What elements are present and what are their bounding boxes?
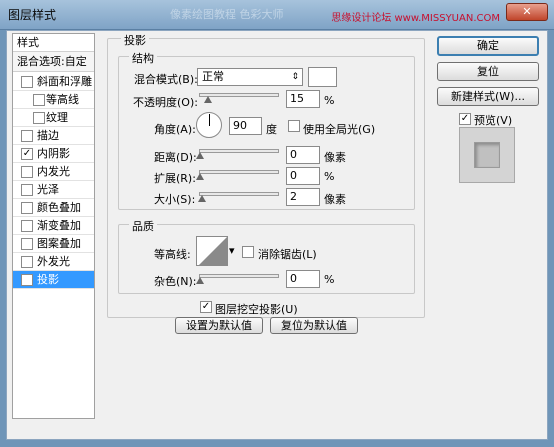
contour-label: 等高线: xyxy=(154,248,191,261)
style-item[interactable]: 光泽 xyxy=(13,181,94,199)
style-list-header[interactable]: 样式 xyxy=(13,34,94,52)
opacity-label: 不透明度(O): xyxy=(133,96,198,109)
style-item-label: 外发光 xyxy=(37,255,70,268)
style-item-checkbox[interactable] xyxy=(21,184,33,196)
style-item[interactable]: 描边 xyxy=(13,127,94,145)
noise-slider[interactable] xyxy=(199,274,279,278)
style-item[interactable]: 纹理 xyxy=(13,109,94,127)
distance-label: 距离(D): xyxy=(154,151,197,164)
style-item-label: 光泽 xyxy=(37,183,59,196)
style-item[interactable]: 渐变叠加 xyxy=(13,217,94,235)
style-item-checkbox[interactable]: ✓ xyxy=(21,148,33,160)
select-arrow-icon: ⇕ xyxy=(291,72,299,82)
opacity-input[interactable]: 15 xyxy=(286,90,320,108)
distance-unit: 像素 xyxy=(324,151,346,164)
noise-input[interactable]: 0 xyxy=(286,270,320,288)
make-default-button[interactable]: 设置为默认值 xyxy=(175,317,263,334)
antialias-label: 消除锯齿(L) xyxy=(258,248,317,261)
spread-slider-thumb[interactable] xyxy=(196,173,204,180)
contour-picker[interactable] xyxy=(196,236,228,266)
spread-input[interactable]: 0 xyxy=(286,167,320,185)
style-item-label: 内发光 xyxy=(37,165,70,178)
style-item-checkbox[interactable] xyxy=(21,130,33,142)
style-item-label: 描边 xyxy=(37,129,59,142)
close-button[interactable]: ✕ xyxy=(506,3,548,21)
watermark: 思缘设计论坛 www.MISSYUAN.COM xyxy=(331,13,500,24)
style-item-checkbox[interactable] xyxy=(21,202,33,214)
angle-unit: 度 xyxy=(266,123,277,136)
style-item[interactable]: 内发光 xyxy=(13,163,94,181)
noise-slider-thumb[interactable] xyxy=(196,277,204,284)
opacity-unit: % xyxy=(324,94,335,107)
knockout-label: 图层挖空投影(U) xyxy=(215,303,298,316)
style-preview xyxy=(459,127,515,183)
style-item-checkbox[interactable] xyxy=(21,220,33,232)
contour-dropdown-icon[interactable]: ▾ xyxy=(229,244,235,257)
distance-slider[interactable] xyxy=(199,149,279,153)
blend-mode-select[interactable]: 正常 ⇕ xyxy=(197,68,303,86)
blend-mode-label: 混合模式(B): xyxy=(134,73,198,86)
distance-slider-thumb[interactable] xyxy=(196,152,204,159)
spread-unit: % xyxy=(324,170,335,183)
size-slider[interactable] xyxy=(199,192,279,196)
preview-swatch xyxy=(474,142,500,168)
contour-curve-icon xyxy=(199,237,227,265)
ok-button[interactable]: 确定 xyxy=(437,36,539,56)
structure-title: 结构 xyxy=(129,50,157,66)
style-item-checkbox[interactable] xyxy=(33,112,45,124)
size-slider-thumb[interactable] xyxy=(198,195,206,202)
noise-label: 杂色(N): xyxy=(154,275,197,288)
style-item-label: 投影 xyxy=(37,273,59,286)
preview-checkbox[interactable]: ✓ xyxy=(459,113,471,125)
style-item[interactable]: ✓ 内阴影 xyxy=(13,145,94,163)
style-item-label: 等高线 xyxy=(46,93,79,106)
style-item-checkbox[interactable] xyxy=(21,166,33,178)
spread-slider[interactable] xyxy=(199,170,279,174)
noise-unit: % xyxy=(324,273,335,286)
preview-label: 预览(V) xyxy=(474,114,513,127)
style-item-label: 内阴影 xyxy=(37,147,70,160)
reset-default-button[interactable]: 复位为默认值 xyxy=(270,317,358,334)
title-bar: 图层样式 像素绘图教程 色彩大师 思缘设计论坛 www.MISSYUAN.COM… xyxy=(0,0,554,30)
style-item-checkbox[interactable] xyxy=(21,238,33,250)
style-item-label: 渐变叠加 xyxy=(37,219,81,232)
opacity-slider-thumb[interactable] xyxy=(204,96,212,103)
knockout-checkbox[interactable]: ✓ xyxy=(200,301,212,313)
distance-input[interactable]: 0 xyxy=(286,146,320,164)
style-item-label: 斜面和浮雕 xyxy=(37,75,92,88)
size-input[interactable]: 2 xyxy=(286,188,320,206)
style-item[interactable]: 颜色叠加 xyxy=(13,199,94,217)
shadow-color-swatch[interactable] xyxy=(308,67,337,87)
style-item-checkbox[interactable] xyxy=(21,76,33,88)
style-item-checkbox[interactable] xyxy=(21,256,33,268)
angle-label: 角度(A): xyxy=(154,123,196,136)
style-item[interactable]: 等高线 xyxy=(13,91,94,109)
spread-label: 扩展(R): xyxy=(154,172,196,185)
quality-title: 品质 xyxy=(129,218,157,234)
style-list-panel: 样式 混合选项:自定 斜面和浮雕等高线纹理描边 ✓ 内阴影内发光光泽颜色叠加渐变叠加… xyxy=(12,33,95,419)
style-item[interactable]: 外发光 xyxy=(13,253,94,271)
angle-dial[interactable] xyxy=(196,112,222,138)
antialias-checkbox[interactable] xyxy=(242,246,254,258)
new-style-button[interactable]: 新建样式(W)... xyxy=(437,87,539,106)
style-item-label: 图案叠加 xyxy=(37,237,81,250)
style-item-label: 颜色叠加 xyxy=(37,201,81,214)
style-item-checkbox[interactable] xyxy=(33,94,45,106)
size-label: 大小(S): xyxy=(154,193,196,206)
drop-shadow-title: 投影 xyxy=(121,32,149,48)
angle-input[interactable]: 90 xyxy=(229,117,262,135)
style-item[interactable]: 斜面和浮雕 xyxy=(13,73,94,91)
style-item-checkbox[interactable]: ✓ xyxy=(21,274,33,286)
global-light-checkbox[interactable] xyxy=(288,120,300,132)
blend-options-item[interactable]: 混合选项:自定 xyxy=(13,52,94,72)
reset-button[interactable]: 复位 xyxy=(437,62,539,81)
angle-needle-icon xyxy=(209,114,210,126)
size-unit: 像素 xyxy=(324,193,346,206)
blend-mode-value: 正常 xyxy=(202,70,224,83)
window-title: 图层样式 xyxy=(8,8,57,22)
style-item-label: 纹理 xyxy=(46,111,68,124)
style-item[interactable]: ✓ 投影 xyxy=(13,271,94,289)
global-light-label: 使用全局光(G) xyxy=(303,123,376,136)
style-item[interactable]: 图案叠加 xyxy=(13,235,94,253)
